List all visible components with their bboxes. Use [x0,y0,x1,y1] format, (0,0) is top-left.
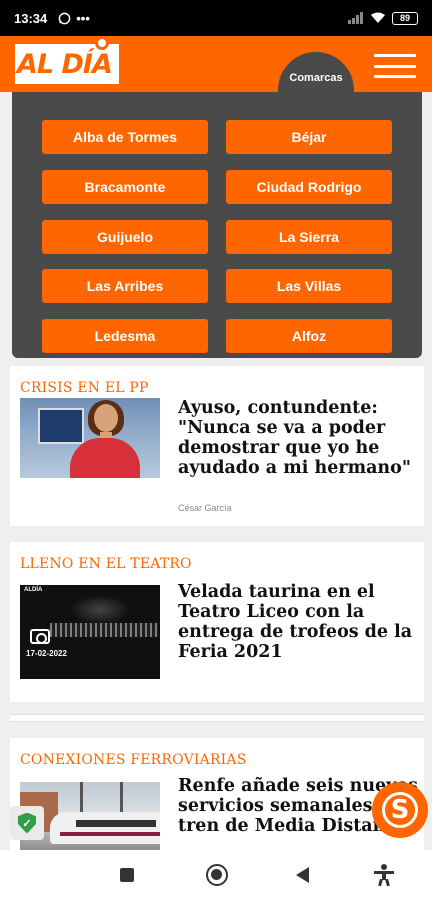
whatsapp-icon [58,12,71,25]
signal-icon [348,12,364,24]
article-author: César García [178,503,232,513]
article-kicker[interactable]: LLENO EN EL TEATRO [20,556,192,572]
s-logo-icon: S [382,792,418,828]
comarca-las-arribes-button[interactable]: Las Arribes [42,269,208,304]
comarcas-menu: Alba de Tormes Béjar Bracamonte Ciudad R… [12,92,422,358]
wifi-icon [370,12,386,24]
camera-icon [30,629,50,644]
article-thumbnail[interactable] [20,398,160,478]
comarca-bejar-button[interactable]: Béjar [226,120,392,154]
app-header: AL DÍA Comarcas [0,36,432,92]
comarca-ciudad-rodrigo-button[interactable]: Ciudad Rodrigo [226,169,392,204]
comarca-alfoz-button[interactable]: Alfoz [226,319,392,354]
news-card[interactable]: LLENO EN EL TEATRO ALDÍA 17-02-2022 Vela… [10,542,424,702]
comarca-guijuelo-button[interactable]: Guijuelo [42,219,208,254]
comarca-bracamonte-button[interactable]: Bracamonte [42,169,208,204]
system-nav-bar [0,850,432,900]
comarca-la-sierra-button[interactable]: La Sierra [226,219,392,254]
article-kicker[interactable]: CRISIS EN EL PP [20,380,149,396]
clock: 13:34 [14,10,48,26]
menu-icon[interactable] [374,54,416,78]
privacy-shield-button[interactable]: ✓ [10,806,44,840]
accessibility-icon[interactable] [374,864,394,887]
location-pin-icon [95,36,109,50]
battery-icon: 89 [392,11,418,25]
news-card[interactable]: CRISIS EN EL PP Ayuso, contundente: "Nun… [10,366,424,526]
section-divider [10,714,424,722]
recents-button[interactable] [120,868,134,882]
article-kicker[interactable]: CONEXIONES FERROVIARIAS [20,752,247,768]
article-headline[interactable]: Velada taurina en el Teatro Liceo con la… [178,582,418,662]
home-button[interactable] [206,864,228,886]
status-bar: 13:34 ••• 89 [0,0,432,36]
shield-icon: ✓ [18,812,36,834]
article-headline[interactable]: Ayuso, contundente: "Nunca se va a poder… [178,398,418,478]
comarca-alba-de-tormes-button[interactable]: Alba de Tormes [42,120,208,154]
news-card[interactable]: CONEXIONES FERROVIARIAS Renfe añade seis… [10,738,424,850]
comarca-las-villas-button[interactable]: Las Villas [226,269,392,304]
thumbnail-date: 17-02-2022 [26,649,67,658]
comarcas-tab[interactable]: Comarcas [278,52,354,92]
comarca-ledesma-button[interactable]: Ledesma [42,319,208,354]
back-button[interactable] [296,867,309,883]
more-notifications-icon: ••• [76,10,90,26]
article-thumbnail[interactable]: ALDÍA 17-02-2022 [20,585,160,679]
s-logo-button[interactable]: S [372,782,428,838]
site-logo[interactable]: AL DÍA [13,36,121,86]
logo-text: AL DÍA [17,49,113,80]
